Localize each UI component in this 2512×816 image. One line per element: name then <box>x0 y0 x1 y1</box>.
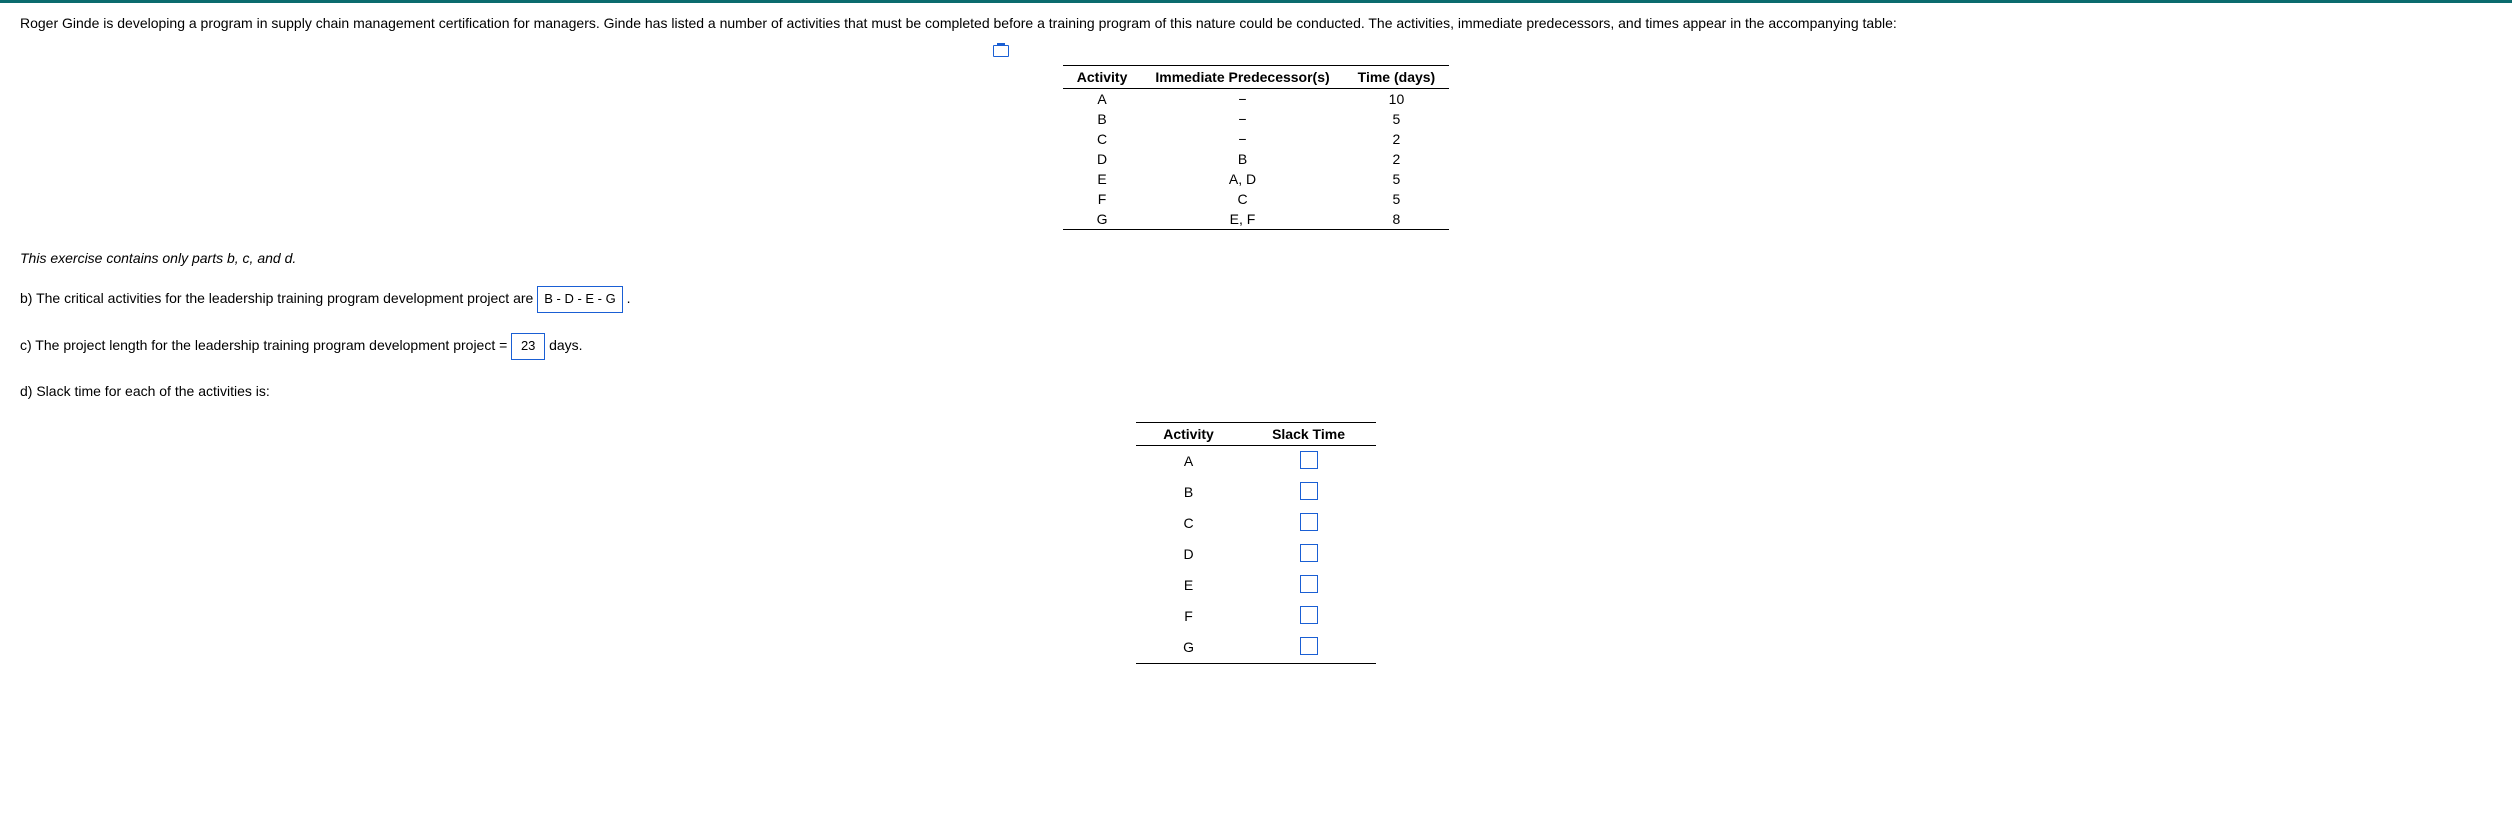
slack-input-g[interactable] <box>1300 637 1318 655</box>
table-row: E <box>1136 570 1376 601</box>
part-c-text: c) The project length for the leadership… <box>20 337 511 353</box>
part-b-text: b) The critical activities for the leade… <box>20 290 533 306</box>
table-row: B <box>1136 477 1376 508</box>
table-row: F <box>1136 601 1376 632</box>
table-row: FC5 <box>1063 189 1449 209</box>
part-c: c) The project length for the leadership… <box>20 333 2492 360</box>
col-predecessor: Immediate Predecessor(s) <box>1141 66 1343 89</box>
exercise-note: This exercise contains only parts b, c, … <box>20 250 2492 266</box>
slack-input-b[interactable] <box>1300 482 1318 500</box>
table-row: GE, F8 <box>1063 209 1449 230</box>
part-c-answer[interactable]: 23 <box>511 333 545 360</box>
part-b-suffix: . <box>627 290 631 306</box>
table-row: G <box>1136 632 1376 664</box>
col-time: Time (days) <box>1344 66 1450 89</box>
table-row: C <box>1136 508 1376 539</box>
intro-text: Roger Ginde is developing a program in s… <box>20 13 2492 34</box>
col-slack: Slack Time <box>1241 422 1376 445</box>
slack-input-e[interactable] <box>1300 575 1318 593</box>
slack-input-a[interactable] <box>1300 451 1318 469</box>
table-row: B−5 <box>1063 109 1449 129</box>
slack-input-f[interactable] <box>1300 606 1318 624</box>
table-row: D <box>1136 539 1376 570</box>
slack-table: Activity Slack Time A B C D E F G <box>1136 422 1376 664</box>
activity-table: Activity Immediate Predecessor(s) Time (… <box>1063 65 1449 230</box>
table-row: A <box>1136 445 1376 477</box>
part-b-answer[interactable]: B - D - E - G <box>537 286 623 313</box>
table-row: C−2 <box>1063 129 1449 149</box>
table-row: DB2 <box>1063 149 1449 169</box>
print-icon[interactable] <box>993 45 1009 57</box>
part-b: b) The critical activities for the leade… <box>20 286 2492 313</box>
table-row: EA, D5 <box>1063 169 1449 189</box>
slack-input-c[interactable] <box>1300 513 1318 531</box>
part-d: d) Slack time for each of the activities… <box>20 380 2492 402</box>
part-d-text: d) Slack time for each of the activities… <box>20 383 270 399</box>
slack-input-d[interactable] <box>1300 544 1318 562</box>
part-c-suffix: days. <box>549 337 582 353</box>
col-activity: Activity <box>1136 422 1241 445</box>
table-row: A−10 <box>1063 89 1449 110</box>
col-activity: Activity <box>1063 66 1142 89</box>
